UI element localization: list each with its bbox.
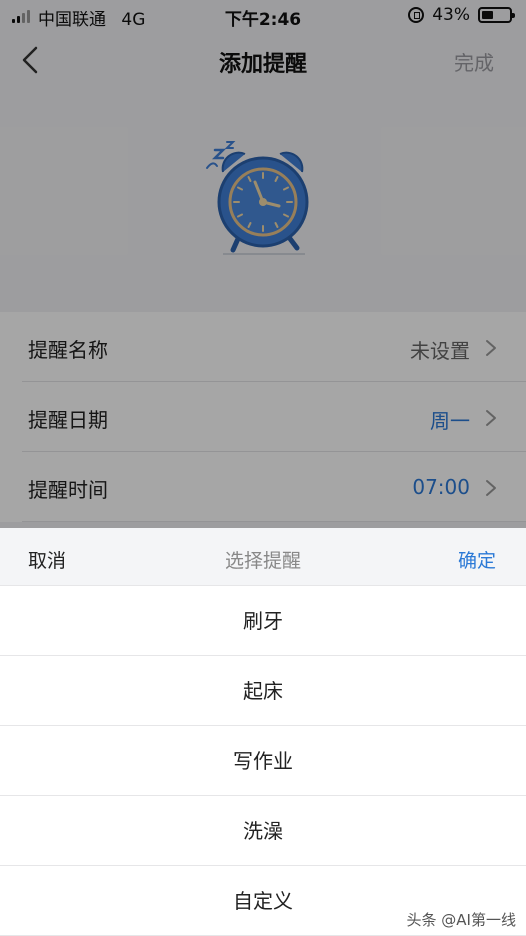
picker-header: 取消 选择提醒 确定 <box>0 528 526 586</box>
picker-option-brush-teeth[interactable]: 刷牙 <box>0 586 526 656</box>
confirm-button[interactable]: 确定 <box>458 546 496 573</box>
picker-option-homework[interactable]: 写作业 <box>0 726 526 796</box>
picker-title: 选择提醒 <box>224 550 301 572</box>
reminder-picker-sheet: 取消 选择提醒 确定 刷牙 起床 写作业 洗澡 自定义 <box>0 528 526 936</box>
modal-dim-overlay[interactable] <box>0 0 526 528</box>
watermark: 头条 @AI第一线 <box>406 911 516 929</box>
picker-option-wake-up[interactable]: 起床 <box>0 656 526 726</box>
picker-option-bath[interactable]: 洗澡 <box>0 796 526 866</box>
